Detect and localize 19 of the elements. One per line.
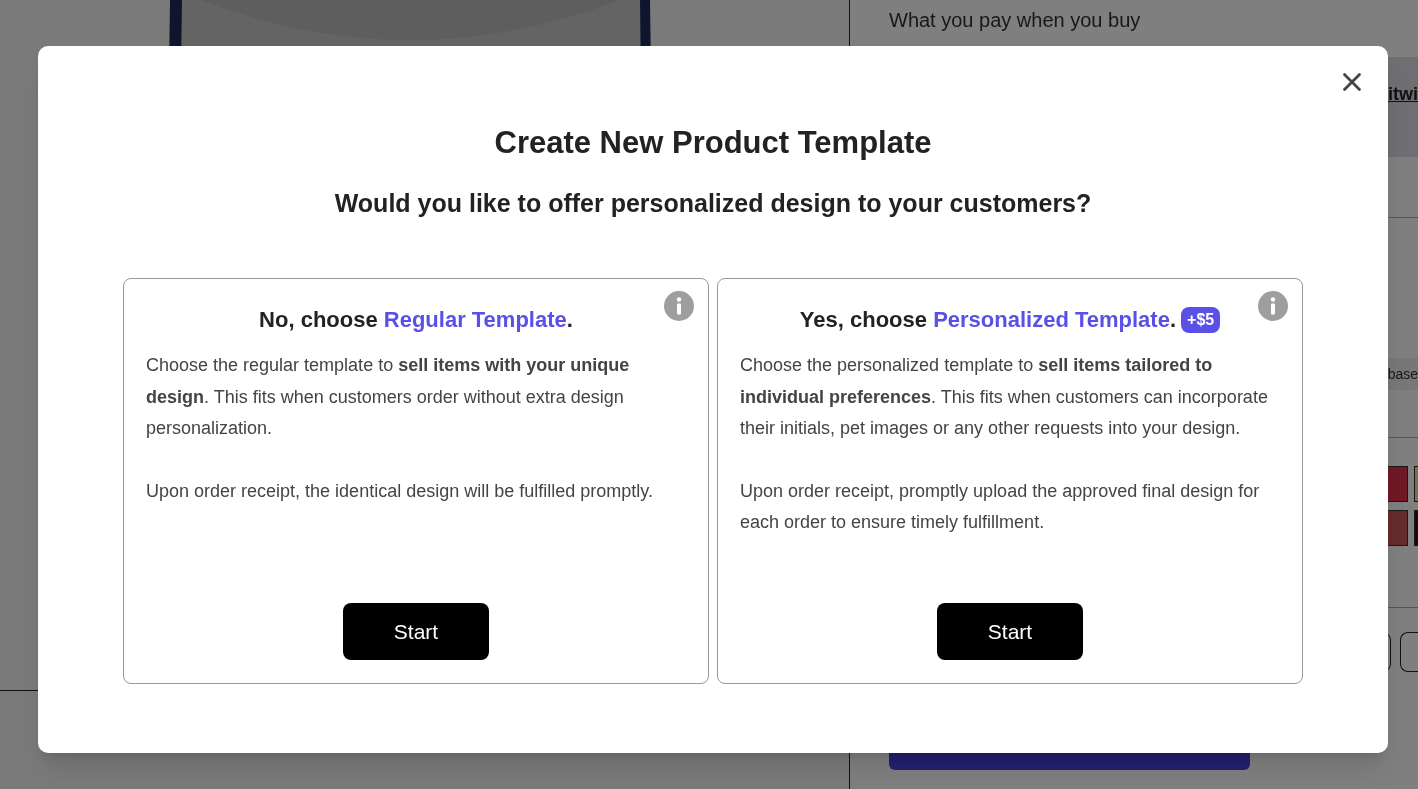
start-button[interactable]: Start [343, 603, 489, 660]
dialog-subtitle: Would you like to offer personalized design to your customers? [334, 187, 1092, 219]
card-heading: No, choose Regular Template. [259, 306, 573, 334]
price-badge: +$5 [1181, 306, 1221, 333]
dialog-title: Create New Product Template [494, 124, 932, 162]
info-icon[interactable] [1258, 291, 1288, 321]
start-button[interactable]: Start [937, 603, 1083, 660]
color-swatch[interactable] [1414, 466, 1418, 502]
card-heading: Yes, choose Personalized Template. [799, 306, 1177, 334]
link-text[interactable]: itwi [1388, 81, 1418, 108]
color-swatch[interactable] [1414, 510, 1418, 546]
label-text: base [1387, 364, 1418, 384]
card-description: Choose the regular template to sell items with your unique design. This fits when customers order without extra design personalization. [146, 354, 631, 440]
card-description: Upon order receipt, promptly upload the approved final design for each order to ensure timely fulfillment. [740, 479, 1261, 534]
info-icon[interactable] [664, 291, 694, 321]
price-caption: What you pay when you buy [888, 8, 1142, 33]
option-button[interactable] [1400, 632, 1418, 672]
card-description: Choose the personalized template to sell items tailored to individual preferences. This fits when customers can incorporate their initials, pet images or any other requests into your design. [740, 354, 1269, 440]
card-description: Upon order receipt, the identical design will be fulfilled promptly. [146, 479, 654, 503]
